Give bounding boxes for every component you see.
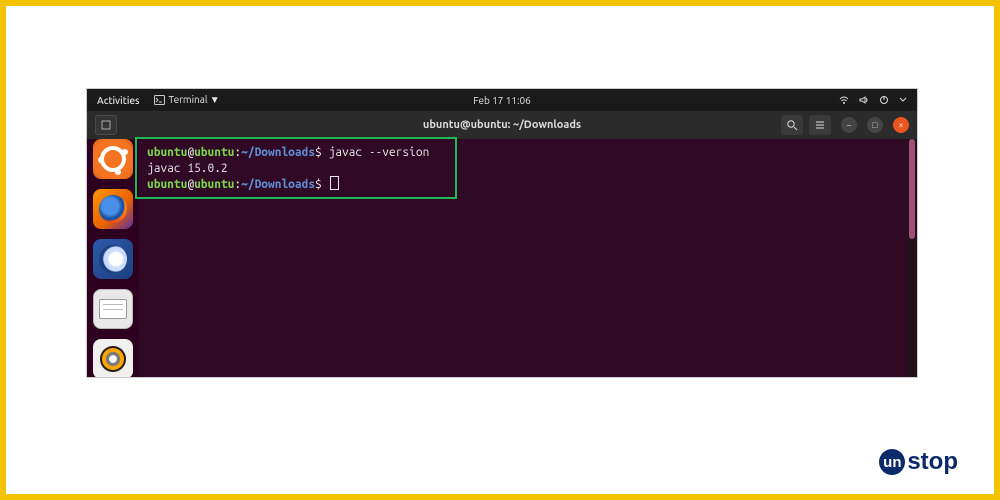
dock-item-ubuntu[interactable] (93, 139, 133, 179)
prompt-path: ~/Downloads (241, 146, 315, 159)
dock-item-thunderbird[interactable] (93, 239, 133, 279)
terminal-body[interactable]: ubuntu@ubuntu:~/Downloads$ javac --versi… (139, 139, 907, 377)
search-icon (786, 119, 798, 131)
firefox-icon (99, 195, 127, 223)
terminal-titlebar: ubuntu@ubuntu: ~/Downloads – □ × (87, 111, 917, 139)
dock (87, 139, 139, 378)
plus-icon (101, 120, 111, 130)
new-tab-button[interactable] (95, 115, 117, 135)
command-1: javac --version (322, 146, 430, 159)
window-title: ubuntu@ubuntu: ~/Downloads (423, 119, 581, 131)
dock-item-firefox[interactable] (93, 189, 133, 229)
search-button[interactable] (781, 115, 803, 135)
ubuntu-icon (99, 145, 127, 173)
chevron-down-icon[interactable] (899, 97, 907, 103)
app-menu-label: Terminal ▼ (169, 94, 220, 106)
hamburger-icon (814, 119, 826, 131)
brand-badge: un (879, 449, 905, 475)
clock[interactable]: Feb 17 11:06 (473, 95, 531, 106)
maximize-button[interactable]: □ (867, 117, 883, 133)
power-icon[interactable] (879, 95, 889, 105)
hamburger-menu-button[interactable] (809, 115, 831, 135)
outer-frame: Activities Terminal ▼ Feb 17 11:06 ubunt… (0, 0, 1000, 500)
prompt-user: ubuntu (147, 146, 187, 159)
terminal-line-3: ubuntu@ubuntu:~/Downloads$ (147, 177, 899, 193)
screenshot-region: Activities Terminal ▼ Feb 17 11:06 ubunt… (86, 88, 918, 378)
cursor (331, 177, 338, 189)
volume-icon[interactable] (859, 95, 869, 105)
prompt-host: ubuntu (194, 146, 234, 159)
dock-item-rhythmbox[interactable] (93, 339, 133, 378)
files-icon (99, 299, 127, 319)
speaker-icon (100, 346, 126, 372)
minimize-button[interactable]: – (841, 117, 857, 133)
dock-item-files[interactable] (93, 289, 133, 329)
terminal-icon (154, 95, 165, 105)
app-menu-terminal[interactable]: Terminal ▼ (154, 94, 220, 106)
brand-text: stop (907, 448, 958, 476)
activities-button[interactable]: Activities (97, 95, 140, 106)
brand-logo: unstop (879, 448, 958, 476)
thunderbird-icon (99, 245, 127, 273)
terminal-line-2: javac 15.0.2 (147, 161, 899, 177)
gnome-top-bar: Activities Terminal ▼ Feb 17 11:06 (87, 89, 917, 111)
network-icon[interactable] (839, 95, 849, 105)
terminal-line-1: ubuntu@ubuntu:~/Downloads$ javac --versi… (147, 145, 899, 161)
close-button[interactable]: × (893, 117, 909, 133)
terminal-scrollbar[interactable] (907, 139, 917, 377)
